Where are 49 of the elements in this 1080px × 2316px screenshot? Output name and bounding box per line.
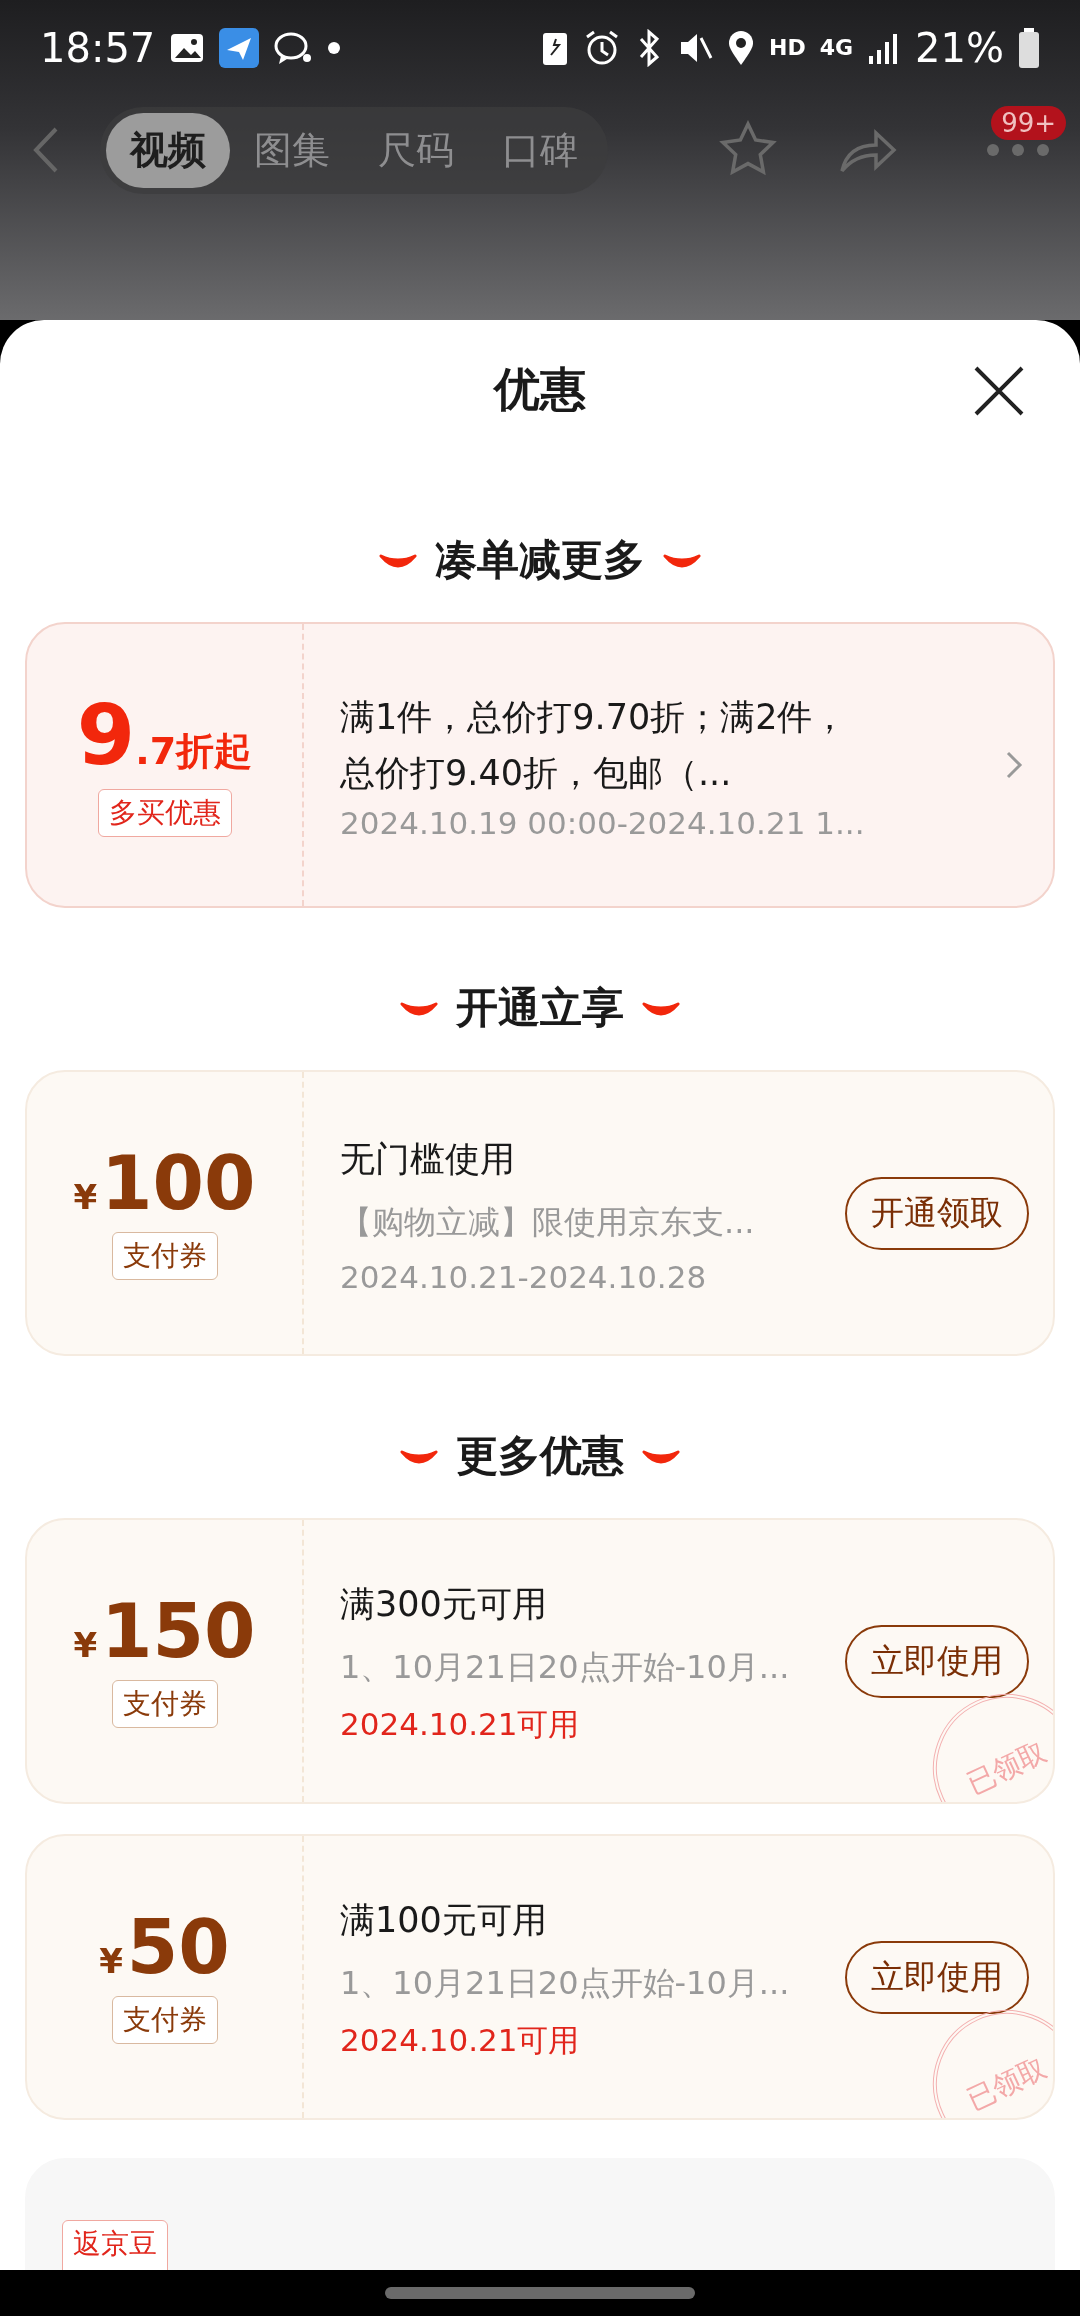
dot-icon [327, 40, 342, 55]
battery-percent: 21% [915, 24, 1004, 71]
section-title: 凑单减更多 [435, 534, 645, 586]
tag-label: 支付券 [111, 1232, 218, 1280]
discount-suffix: .7折起 [135, 728, 253, 775]
coupon-card[interactable]: ¥150 支付券 满300元可用 1、10月21日20点开始-10月... 2024.10.21可用 立即使用 已领取 [25, 1518, 1055, 1804]
offer-description: 【购物立减】限使用京东支... [340, 1202, 756, 1243]
tag-label: 支付券 [111, 1680, 218, 1728]
coupon-amount: 150 [101, 1594, 256, 1668]
coupon-card[interactable]: ¥50 支付券 满100元可用 1、10月21日20点开始-10月... 2024.10.21可用 立即使用 已领取 [25, 1834, 1055, 2120]
battery-icon [1018, 27, 1040, 68]
section-title: 更多优惠 [456, 1430, 624, 1482]
action-button[interactable]: 立即使用 [845, 1940, 1029, 2014]
paper-plane-icon [219, 27, 260, 68]
offer-description: 1、10月21日20点开始-10月... [340, 1647, 791, 1688]
offer-title: 满300元可用 [340, 1583, 548, 1626]
tag-label: 支付券 [111, 1996, 218, 2044]
offer-title: 无门槛使用 [340, 1138, 516, 1181]
rewards-card[interactable]: 返京豆 [25, 2158, 1055, 2270]
offer-description: 1、10月21日20点开始-10月... [340, 1963, 791, 2004]
currency-symbol: ¥ [99, 1941, 123, 1981]
coupon-amount: 100 [101, 1146, 256, 1220]
offer-title: 满1件，总价打9.70折；满2件，总价打9.40折，包邮（... [340, 696, 849, 795]
location-icon [727, 28, 756, 67]
section-title: 开通立享 [456, 982, 624, 1034]
action-button[interactable]: 开通领取 [845, 1176, 1029, 1250]
chevron-right-icon[interactable] [1005, 750, 1023, 780]
discount-value: 9 [76, 693, 136, 777]
coupon-card[interactable]: ¥100 支付券 无门槛使用 【购物立减】限使用京东支... 2024.10.21-2024.10.28 开通领取 [25, 1070, 1055, 1356]
hd-label: HD [769, 35, 806, 60]
coupon-amount: 50 [126, 1910, 230, 1984]
action-button[interactable]: 立即使用 [845, 1624, 1029, 1698]
status-time: 18:57 [40, 24, 156, 71]
sheet-title: 优惠 [494, 361, 586, 418]
validity-text: 2024.10.21可用 [340, 2021, 581, 2060]
discount-card[interactable]: 9.7折起 多买优惠 满1件，总价打9.70折；满2件，总价打9.40折，包邮（... 2024.10.19 00:00-2024.10.21 1... [25, 622, 1055, 908]
currency-symbol: ¥ [73, 1625, 98, 1665]
notification-badge: 99+ [991, 106, 1066, 140]
network-label: 4G [819, 35, 854, 60]
nav-tab[interactable]: 视频 [106, 112, 230, 188]
validity-text: 2024.10.21可用 [340, 1705, 581, 1744]
validity-text: 2024.10.21-2024.10.28 [340, 1259, 708, 1295]
validity-text: 2024.10.19 00:00-2024.10.21 1... [340, 805, 866, 841]
offer-title: 满100元可用 [340, 1899, 548, 1942]
tag-label: 多买优惠 [97, 789, 232, 837]
more-icon[interactable] [986, 143, 1050, 157]
close-icon[interactable] [973, 365, 1025, 417]
tag-label: 返京豆 [62, 2220, 168, 2270]
currency-symbol: ¥ [73, 1177, 98, 1217]
